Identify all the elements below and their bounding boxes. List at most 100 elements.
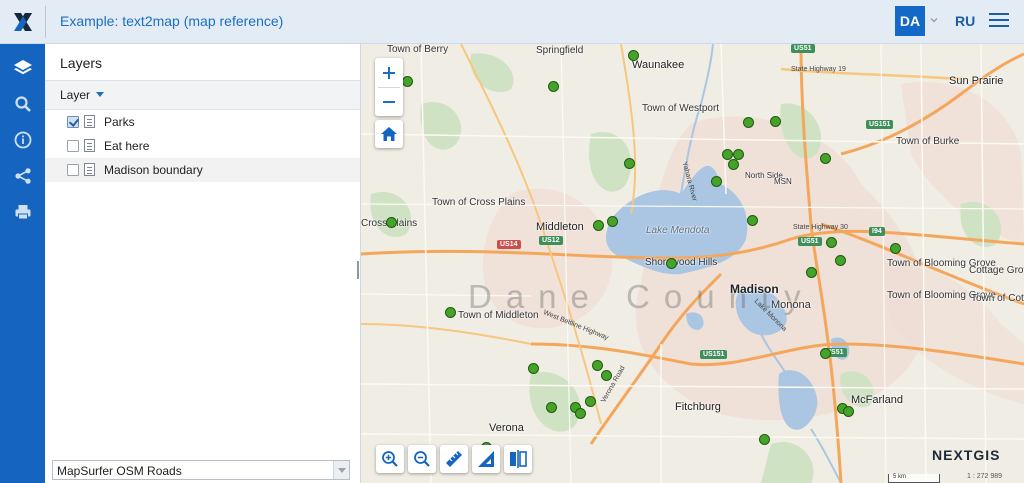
zoom-in-icon [382,451,398,467]
park-marker[interactable] [607,216,618,227]
layer-label: Parks [104,115,135,129]
place-label: Madison [730,282,779,296]
swipe-compare-button[interactable] [504,445,532,473]
panel-title: Layers [60,55,103,71]
layers-panel: Layers Layer Parks Eat here Madison boun… [45,44,361,483]
share-icon[interactable] [0,158,45,194]
map-view[interactable]: Dane County Town of Berry Springfield Wa… [361,44,1024,483]
basemap-value: MapSurfer OSM Roads [57,464,182,478]
road-shield: US51 [798,237,822,246]
road-shield: US51 [791,44,815,53]
layer-checkbox[interactable] [67,116,79,128]
road-shield: US151 [700,350,728,359]
park-marker[interactable] [628,50,639,61]
park-marker[interactable] [835,255,846,266]
park-marker[interactable] [386,217,397,228]
park-marker[interactable] [843,406,854,417]
place-label: Springfield [536,45,584,56]
info-icon[interactable] [0,122,45,158]
zoom-out-button[interactable] [375,87,403,116]
brand-text: NEXTGIS [932,447,1001,463]
park-marker[interactable] [592,360,603,371]
sort-caret-icon[interactable] [96,92,104,97]
place-label: McFarland [851,394,903,406]
basemap-select[interactable]: MapSurfer OSM Roads [52,460,350,480]
park-marker[interactable] [826,237,837,248]
layer-table-header: Layer [45,80,360,110]
header-divider [45,6,46,38]
road-shield: US12 [539,236,563,245]
place-label: Verona [489,422,524,434]
road-label: State Highway 19 [791,66,846,73]
place-label: Town of Burke [896,136,960,147]
layer-document-icon [84,139,95,152]
park-marker[interactable] [546,402,557,413]
layer-label: Madison boundary [104,163,203,177]
place-label: Sun Prairie [949,75,1004,87]
place-label: Town of Berry [387,44,449,55]
road-shield: US14 [497,240,521,249]
nextgis-logo-icon[interactable] [0,0,45,44]
park-marker[interactable] [548,81,559,92]
park-marker[interactable] [585,396,596,407]
panel-resize-handle[interactable] [357,261,359,279]
language-switch[interactable]: RU [955,13,975,29]
dropdown-arrow-icon[interactable] [333,461,349,479]
zoom-in-tool-button[interactable] [376,445,404,473]
measure-distance-button[interactable] [440,445,468,473]
layer-column-header[interactable]: Layer [60,88,90,102]
place-label: Town of Westport [642,103,720,114]
park-marker[interactable] [770,116,781,127]
layer-checkbox[interactable] [67,164,79,176]
hamburger-menu-icon[interactable] [989,13,1009,29]
layer-label: Eat here [104,139,150,153]
park-marker[interactable] [575,408,586,419]
zoom-out-icon [414,451,430,467]
road-shield: I94 [869,227,885,236]
layer-row[interactable]: Parks [45,110,360,134]
place-label: Middleton [536,221,584,233]
park-marker[interactable] [806,267,817,278]
chevron-down-icon[interactable] [928,13,940,25]
home-button[interactable] [375,120,403,148]
place-label: Fitchburg [675,401,721,413]
measure-area-button[interactable] [472,445,500,473]
park-marker[interactable] [759,434,770,445]
layer-checkbox[interactable] [67,140,79,152]
park-marker[interactable] [743,117,754,128]
language-current[interactable]: DA [895,6,925,36]
scale-bar: 5 km [888,474,940,483]
print-icon[interactable] [0,194,45,230]
place-label: Town of Cross Plains [432,197,526,208]
park-marker[interactable] [402,76,413,87]
app-header: Example: text2map (map reference) DA RU [0,0,1024,44]
tool-rail [0,44,45,483]
place-label: Monona [771,299,811,311]
ruler-icon [446,451,462,467]
park-marker[interactable] [601,370,612,381]
place-label: Town of Cottage Grove [971,293,1024,304]
page-title: Example: text2map (map reference) [60,13,284,29]
park-marker[interactable] [624,158,635,169]
park-marker[interactable] [820,153,831,164]
park-marker[interactable] [445,307,456,318]
park-marker[interactable] [890,243,901,254]
nextgis-brand: NEXTGIS [932,447,1000,463]
zoom-out-tool-button[interactable] [408,445,436,473]
park-marker[interactable] [528,363,539,374]
park-marker[interactable] [593,220,604,231]
layer-row[interactable]: Madison boundary [45,158,360,182]
layers-icon[interactable] [0,50,45,86]
place-label: Cottage Grove [969,265,1024,276]
home-icon [381,127,397,141]
layer-document-icon [84,163,95,176]
zoom-in-button[interactable] [375,58,403,87]
park-marker[interactable] [728,159,739,170]
park-marker[interactable] [820,348,831,359]
search-icon[interactable] [0,86,45,122]
layer-row[interactable]: Eat here [45,134,360,158]
park-marker[interactable] [666,258,677,269]
place-label: Town of Middleton [458,310,539,321]
park-marker[interactable] [747,215,758,226]
park-marker[interactable] [711,176,722,187]
